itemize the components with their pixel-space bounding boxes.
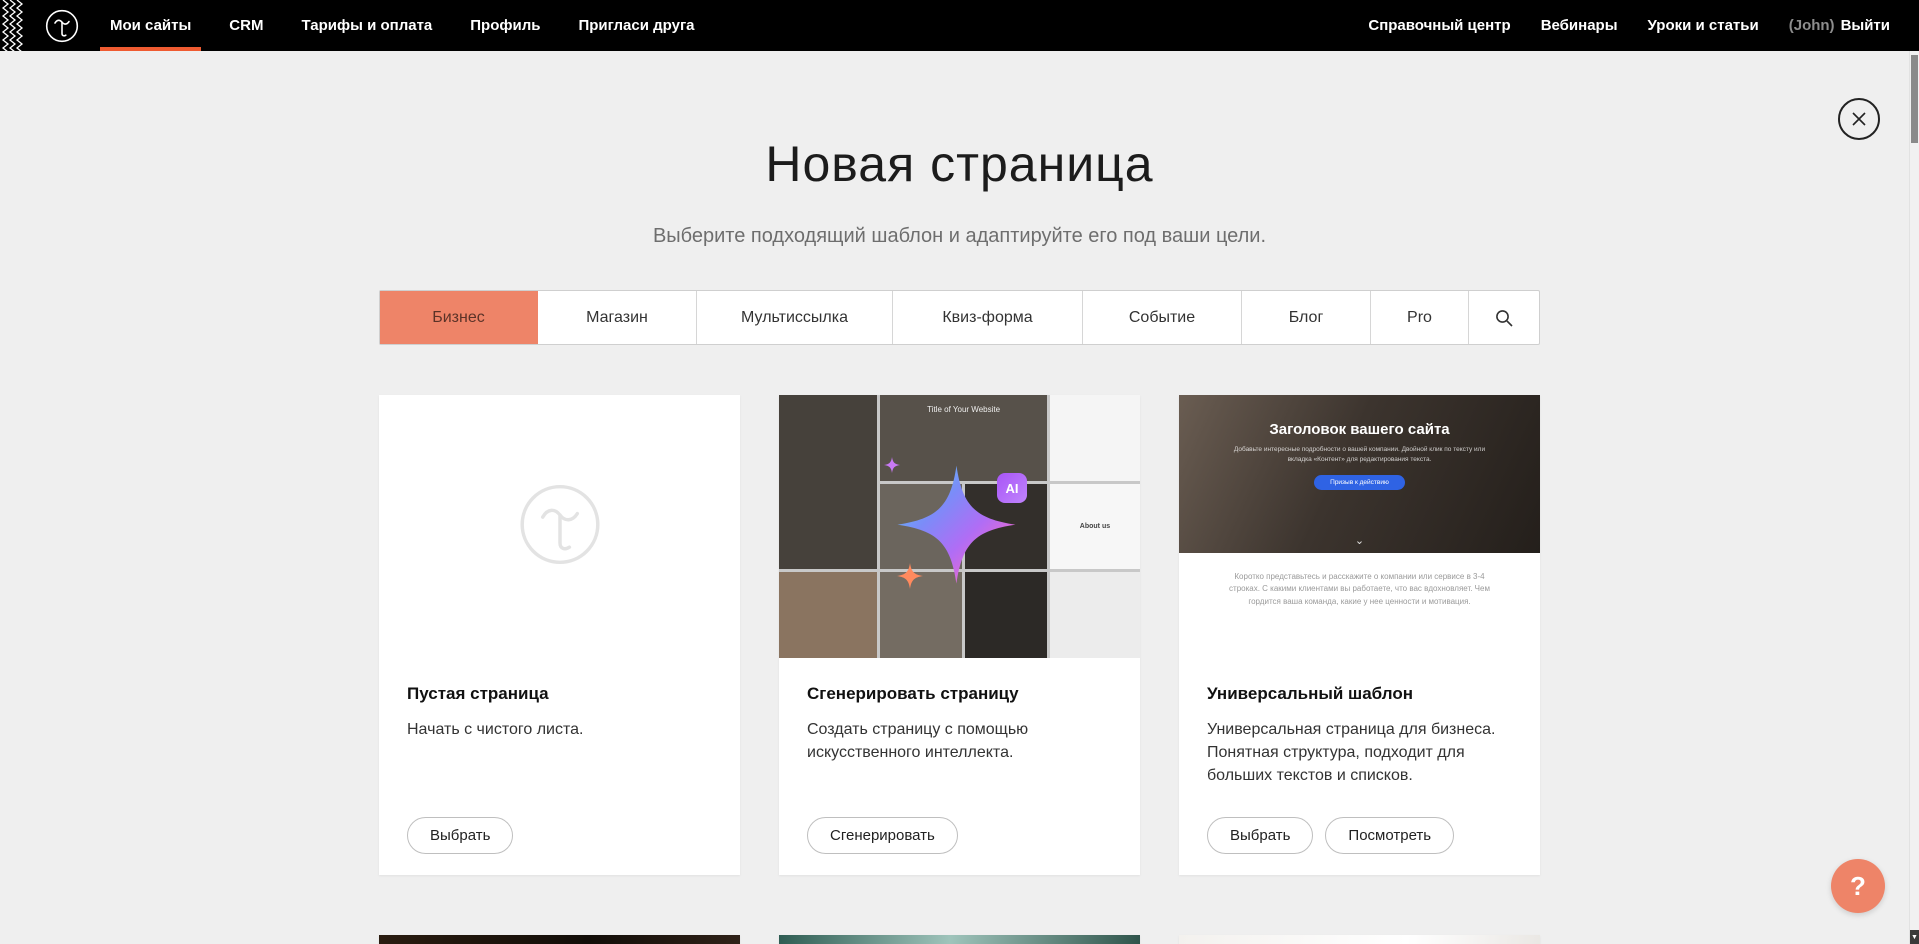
- nav-profile[interactable]: Профиль: [470, 0, 540, 51]
- scrollbar[interactable]: ▼: [1909, 51, 1919, 944]
- mosaic-tile: [880, 572, 962, 658]
- nav-crm[interactable]: CRM: [229, 0, 263, 51]
- preview-hero-text: Добавьте интересные подробности о вашей …: [1230, 445, 1490, 465]
- template-card-partial[interactable]: [779, 935, 1140, 944]
- nav-help-center[interactable]: Справочный центр: [1368, 17, 1510, 34]
- nav-lessons-articles[interactable]: Уроки и статьи: [1648, 17, 1759, 34]
- tab-business[interactable]: Бизнес: [380, 291, 538, 344]
- primary-nav: Мои сайты CRM Тарифы и оплата Профиль Пр…: [110, 0, 695, 51]
- chevron-down-icon: ⌄: [1355, 534, 1364, 547]
- close-icon: [1851, 111, 1867, 127]
- template-category-tabs: Бизнес Магазин Мультиссылка Квиз-форма С…: [379, 290, 1540, 345]
- tab-multilink[interactable]: Мультиссылка: [697, 291, 893, 344]
- help-button[interactable]: ?: [1831, 859, 1885, 913]
- scrollbar-thumb[interactable]: [1911, 55, 1918, 143]
- page-subtitle: Выберите подходящий шаблон и адаптируйте…: [0, 225, 1919, 248]
- choose-button[interactable]: Выбрать: [1207, 817, 1313, 854]
- preview-hero-title: Заголовок вашего сайта: [1269, 421, 1449, 438]
- mosaic-tile: [779, 572, 877, 658]
- template-card-universal[interactable]: Заголовок вашего сайта Добавьте интересн…: [1179, 395, 1540, 875]
- mosaic-tile: About us: [1050, 484, 1140, 570]
- template-card-partial[interactable]: [1179, 935, 1540, 944]
- top-navbar: Мои сайты CRM Тарифы и оплата Профиль Пр…: [0, 0, 1919, 51]
- page-title: Новая страница: [0, 135, 1919, 193]
- scrollbar-arrow-down-icon[interactable]: ▼: [1910, 930, 1919, 944]
- mosaic-tile: [1050, 395, 1140, 481]
- card-description: Начать с чистого листа.: [407, 718, 712, 741]
- ai-generate-preview: Title of Your Website About us: [779, 395, 1140, 658]
- template-card-partial[interactable]: [379, 935, 740, 944]
- card-description: Создать страницу с помощью искусственног…: [807, 718, 1112, 764]
- tab-blog[interactable]: Блог: [1242, 291, 1371, 344]
- card-title: Универсальный шаблон: [1207, 684, 1512, 704]
- universal-template-preview: Заголовок вашего сайта Добавьте интересн…: [1179, 395, 1540, 658]
- tilda-logo[interactable]: [44, 8, 80, 44]
- preview-cta-button: Призыв к действию: [1314, 475, 1405, 490]
- mosaic-tile: [965, 484, 1047, 570]
- user-name: (John): [1789, 17, 1835, 34]
- tab-store[interactable]: Магазин: [538, 291, 697, 344]
- mosaic-tile: [965, 572, 1047, 658]
- template-card-blank[interactable]: Пустая страница Начать с чистого листа. …: [379, 395, 740, 875]
- nav-tariffs-payment[interactable]: Тарифы и оплата: [301, 0, 432, 51]
- template-cards-row: Пустая страница Начать с чистого листа. …: [379, 395, 1540, 875]
- mosaic-tile: [1050, 572, 1140, 658]
- nav-my-sites[interactable]: Мои сайты: [110, 0, 191, 51]
- tilda-watermark-icon: [518, 482, 602, 571]
- card-description: Универсальная страница для бизнеса. Поня…: [1207, 718, 1512, 788]
- tilda-logo-icon: [45, 9, 79, 43]
- mosaic-about-label: About us: [1080, 523, 1110, 530]
- card-title: Пустая страница: [407, 684, 712, 704]
- tab-pro[interactable]: Pro: [1371, 291, 1469, 344]
- preview-body-text: Коротко представьтесь и расскажите о ком…: [1221, 571, 1498, 608]
- view-button[interactable]: Посмотреть: [1325, 817, 1454, 854]
- blank-page-preview: [379, 395, 740, 658]
- zigzag-pattern: [0, 0, 26, 51]
- user-session: (John) Выйти: [1789, 17, 1890, 34]
- website-mosaic: Title of Your Website About us: [779, 395, 1140, 658]
- secondary-nav: Справочный центр Вебинары Уроки и статьи…: [1368, 17, 1919, 34]
- preview-body: Коротко представьтесь и расскажите о ком…: [1179, 553, 1540, 608]
- mosaic-site-title: Title of Your Website: [927, 405, 1000, 414]
- logout-link[interactable]: Выйти: [1841, 17, 1890, 34]
- template-chooser: Новая страница Выберите подходящий шабло…: [0, 51, 1919, 944]
- close-button[interactable]: [1838, 98, 1880, 140]
- tab-quiz-form[interactable]: Квиз-форма: [893, 291, 1083, 344]
- template-cards-row-partial: [379, 935, 1540, 944]
- tab-event[interactable]: Событие: [1083, 291, 1242, 344]
- nav-webinars[interactable]: Вебинары: [1541, 17, 1618, 34]
- mosaic-tile: Title of Your Website: [880, 395, 1047, 481]
- template-card-ai-generate[interactable]: Title of Your Website About us: [779, 395, 1140, 875]
- choose-button[interactable]: Выбрать: [407, 817, 513, 854]
- mosaic-tile: [779, 395, 877, 569]
- generate-button[interactable]: Сгенерировать: [807, 817, 958, 854]
- preview-hero: Заголовок вашего сайта Добавьте интересн…: [1179, 395, 1540, 553]
- search-templates-button[interactable]: [1469, 291, 1539, 344]
- card-title: Сгенерировать страницу: [807, 684, 1112, 704]
- search-icon: [1494, 308, 1514, 328]
- mosaic-tile: [880, 484, 962, 570]
- nav-invite-friend[interactable]: Пригласи друга: [578, 0, 694, 51]
